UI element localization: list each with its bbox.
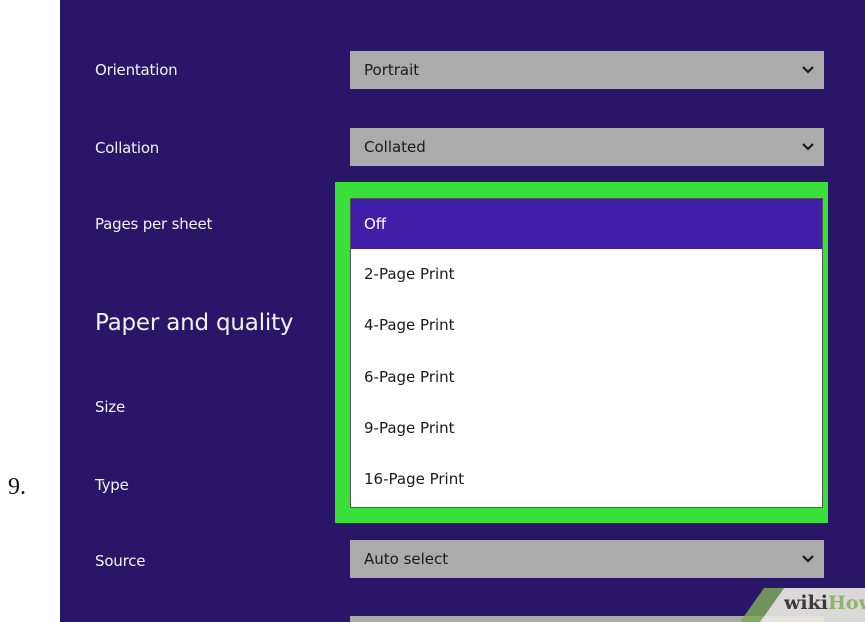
type-label: Type: [95, 476, 129, 494]
collation-value: Collated: [364, 138, 426, 156]
dropdown-option-16-page[interactable]: 16-Page Print: [351, 454, 822, 505]
pages-per-sheet-label: Pages per sheet: [95, 215, 213, 233]
print-settings-panel: Orientation Portrait Collation Collated …: [60, 0, 865, 622]
collation-label: Collation: [95, 139, 160, 157]
chevron-down-icon: [802, 143, 814, 151]
orientation-value: Portrait: [364, 61, 420, 79]
source-label: Source: [95, 552, 146, 570]
watermark-how: How: [827, 592, 865, 614]
section-heading-paper-and-quality: Paper and quality: [95, 310, 294, 336]
dropdown-option-4-page[interactable]: 4-Page Print: [351, 300, 822, 351]
dropdown-option-6-page[interactable]: 6-Page Print: [351, 352, 822, 403]
orientation-label: Orientation: [95, 61, 178, 79]
pages-per-sheet-dropdown: Off 2-Page Print 4-Page Print 6-Page Pri…: [350, 198, 823, 508]
watermark-wiki: wiki: [784, 592, 828, 614]
dropdown-option-off[interactable]: Off: [351, 199, 822, 249]
dropdown-option-2-page[interactable]: 2-Page Print: [351, 249, 822, 300]
collation-select[interactable]: Collated: [350, 128, 824, 166]
source-value: Auto select: [364, 550, 449, 568]
chevron-down-icon: [802, 555, 814, 563]
step-number: 9.: [8, 474, 26, 500]
chevron-down-icon: [802, 66, 814, 74]
wikihow-watermark: wikiHow: [700, 580, 865, 622]
size-label: Size: [95, 398, 125, 416]
dropdown-option-9-page[interactable]: 9-Page Print: [351, 403, 822, 454]
watermark-text: wikiHow: [784, 592, 865, 614]
source-select[interactable]: Auto select: [350, 540, 824, 578]
orientation-select[interactable]: Portrait: [350, 51, 824, 89]
